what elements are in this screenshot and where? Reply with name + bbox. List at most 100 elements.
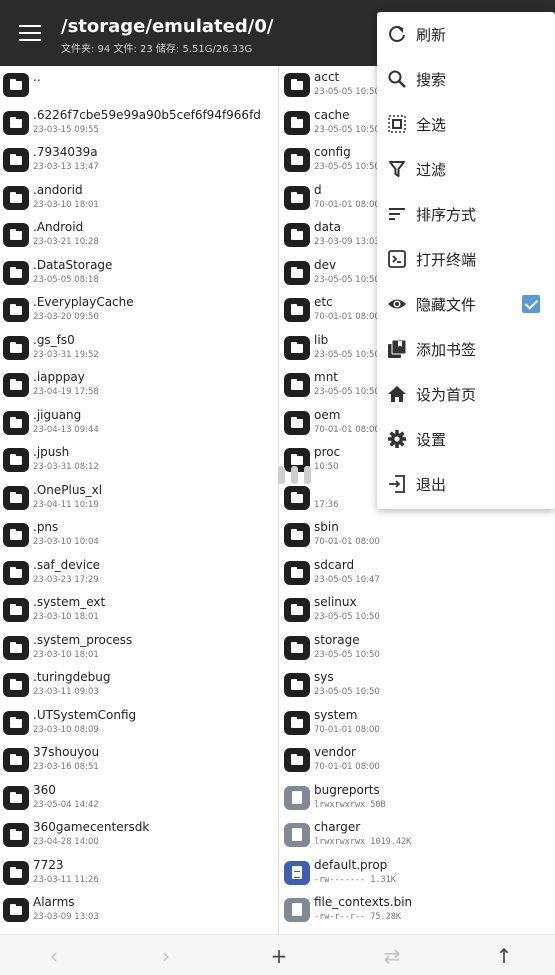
file-list-item[interactable]: ..: [0, 66, 278, 104]
file-name: .EveryplayCache: [33, 295, 134, 309]
select-all-icon: [388, 115, 406, 133]
bottom-toolbar: ‹ › + ⇄ ↑: [0, 934, 555, 975]
file-name: mnt: [314, 370, 338, 384]
file-meta: 23-03-09 13:03: [314, 237, 380, 247]
folder-icon: [3, 73, 29, 97]
terminal-icon: [388, 250, 406, 268]
file-name: .iapppay: [33, 370, 85, 384]
file-meta: 23-05-05 08:18: [33, 274, 99, 285]
file-meta: 70-01-01 08:00: [314, 724, 380, 735]
back-button[interactable]: ‹: [39, 943, 69, 969]
folder-icon: [284, 110, 310, 135]
menu-item-sort[interactable]: 排序方式: [377, 192, 555, 237]
file-meta: 70-01-01 08:00: [314, 762, 380, 772]
file-list-item[interactable]: .system_ext 23-03-10 18:01: [0, 591, 278, 629]
file-list-item[interactable]: .turingdebug 23-03-11 09:03: [0, 666, 278, 704]
menu-item-select-all[interactable]: 全选: [377, 102, 555, 147]
file-list-item[interactable]: .jpush 23-03-31 08:12: [0, 441, 278, 479]
file-list-item[interactable]: vendor 70-01-01 08:00: [280, 741, 555, 779]
file-name: sys: [314, 670, 334, 684]
file-name: storage: [314, 632, 360, 647]
file-meta: 23-05-05 10:50: [314, 124, 380, 135]
file-list-item[interactable]: 360 23-05-04 14:42: [0, 779, 278, 817]
folder-icon: [284, 598, 310, 622]
file-name: ..: [33, 70, 41, 84]
folder-icon: [3, 673, 29, 697]
menu-item-hidden-files[interactable]: 隐藏文件: [377, 282, 555, 327]
file-meta: 23-05-05 10:50: [314, 612, 380, 622]
folder-icon: [3, 785, 29, 810]
left-file-pane[interactable]: .. .6226f7cbe59e99a90b5cef6f94f966fd 23-03…: [0, 66, 279, 934]
folder-icon: [284, 298, 310, 322]
menu-item-settings[interactable]: 设置: [377, 417, 555, 462]
file-list-item[interactable]: file_contexts.bin -rw-r--r-- 75.28K: [280, 891, 555, 929]
file-meta: 23-03-21 10:28: [33, 237, 99, 247]
swap-panes-button[interactable]: ⇄: [377, 943, 407, 969]
folder-icon: [3, 898, 29, 922]
menu-item-add-bookmark[interactable]: 添加书签: [377, 327, 555, 372]
file-list-item[interactable]: bugreports lrwxrwxrwx 50B: [280, 779, 555, 817]
file-meta: 23-04-11 10:19: [33, 499, 99, 510]
file-list-item[interactable]: selinux 23-05-05 10:50: [280, 591, 555, 629]
refresh-icon: [389, 26, 405, 42]
file-list-item[interactable]: sdcard 23-05-05 10:47: [280, 554, 555, 592]
file-list-item[interactable]: default.prop -rw------- 1.31K: [280, 854, 555, 892]
file-list-item[interactable]: 360gamecentersdk 23-04-28 14:00: [0, 816, 278, 854]
file-list-item[interactable]: charger lrwxrwxrwx 1019.42K: [280, 816, 555, 854]
add-button[interactable]: +: [264, 943, 294, 969]
file-list-item[interactable]: .iapppay 23-04-19 17:58: [0, 366, 278, 404]
file-list-item[interactable]: .OnePlus_xl 23-04-11 10:19: [0, 479, 278, 517]
file-name: system: [314, 707, 358, 722]
file-name: acct: [314, 70, 340, 84]
folder-icon: [284, 148, 310, 172]
file-list-item[interactable]: .DataStorage 23-05-05 08:18: [0, 254, 278, 292]
menu-item-search[interactable]: 搜索: [377, 57, 555, 102]
file-list-item[interactable]: system 70-01-01 08:00: [280, 704, 555, 742]
menu-item-filter[interactable]: 过滤: [377, 147, 555, 192]
file-list-item[interactable]: sbin 70-01-01 08:00: [280, 516, 555, 554]
file-meta: 23-03-10 10:04: [33, 537, 99, 547]
file-list-item[interactable]: .7934039a 23-03-13 13:47: [0, 141, 278, 179]
file-name: default.prop: [314, 857, 388, 872]
file-list-item[interactable]: .saf_device 23-03-23 17:29: [0, 554, 278, 592]
folder-icon: [284, 635, 310, 660]
file-list-item[interactable]: 37shouyou 23-03-16 08:51: [0, 741, 278, 779]
file-list-item[interactable]: Alarms 23-03-09 13:03: [0, 891, 278, 929]
folder-icon: [3, 448, 29, 472]
menu-item-set-home[interactable]: 设为首页: [377, 372, 555, 417]
file-list-item[interactable]: .Android 23-03-21 10:28: [0, 216, 278, 254]
forward-button[interactable]: ›: [151, 943, 181, 969]
menu-item-exit[interactable]: 退出: [377, 462, 555, 507]
menu-item-terminal[interactable]: 打开终端: [377, 237, 555, 282]
file-list-item[interactable]: .UTSystemConfig 23-03-10 08:09: [0, 704, 278, 742]
file-list-item[interactable]: storage 23-05-05 10:50: [280, 629, 555, 667]
menu-item-refresh[interactable]: 刷新: [377, 12, 555, 57]
parent-directory-button[interactable]: ↑: [489, 943, 519, 969]
file-list-item[interactable]: .jiguang 23-04-13 09:44: [0, 404, 278, 442]
file-list-item[interactable]: .6226f7cbe59e99a90b5cef6f94f966fd 23-03-1…: [0, 104, 278, 142]
file-name: sbin: [314, 520, 339, 534]
file-name: proc: [314, 445, 341, 459]
file-list-item[interactable]: .system_process 23-03-10 18:01: [0, 629, 278, 667]
file-meta: 23-03-11 09:03: [33, 687, 99, 697]
file-list-item[interactable]: 7723 23-03-11 11:26: [0, 854, 278, 892]
file-name: cache: [314, 107, 350, 122]
file-meta: -rw-r--r-- 75.28K: [314, 912, 401, 922]
file-list-item[interactable]: .pns 23-03-10 10:04: [0, 516, 278, 554]
file-name: selinux: [314, 595, 357, 609]
overflow-menu: 刷新 搜索 全选 过滤 排序方式 打开终端 隐藏文件 添加书签 设为首页 设置 …: [377, 12, 555, 509]
file-icon: [284, 898, 310, 922]
file-list-item[interactable]: sys 23-05-05 10:50: [280, 666, 555, 704]
file-list-item[interactable]: .gs_fs0 23-03-31 19:52: [0, 329, 278, 367]
hidden-files-checkbox[interactable]: [522, 295, 540, 313]
file-meta: lrwxrwxrwx 50B: [314, 799, 386, 810]
file-meta: 23-03-11 11:26: [33, 874, 99, 885]
hamburger-menu-icon[interactable]: [19, 25, 41, 41]
file-list-item[interactable]: .EveryplayCache 23-03-20 09:50: [0, 291, 278, 329]
bookmarks-icon: [388, 339, 407, 358]
folder-icon: [3, 523, 29, 547]
search-icon: [388, 70, 406, 88]
file-meta: 23-03-10 18:01: [33, 649, 99, 660]
folder-icon: [3, 598, 29, 622]
file-list-item[interactable]: .andorid 23-03-10 18:01: [0, 179, 278, 217]
